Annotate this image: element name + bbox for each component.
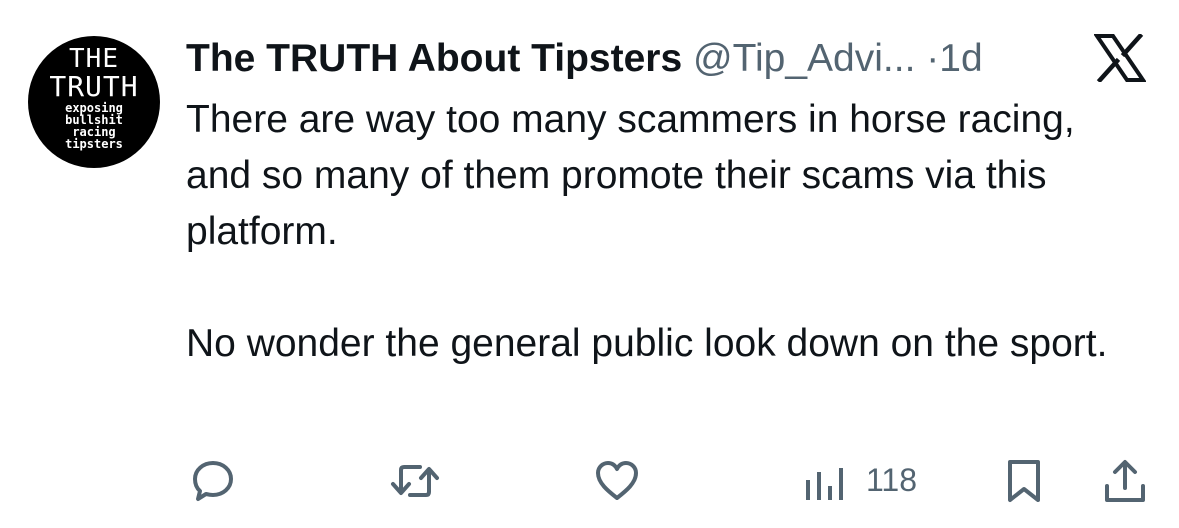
retweet-icon — [390, 458, 440, 504]
separator-dot: · — [926, 37, 940, 80]
share-button[interactable] — [1102, 458, 1148, 504]
tweet-card[interactable]: THE TRUTH exposing bullshit racing tipst… — [0, 0, 1179, 528]
tweet-text: There are way too many scammers in horse… — [186, 92, 1146, 372]
tweet-header: The TRUTH About Tipsters @Tip_Advi... ·1… — [186, 34, 983, 84]
heart-icon — [594, 458, 640, 504]
like-button[interactable] — [594, 458, 640, 504]
bookmark-button[interactable] — [1004, 458, 1044, 504]
x-logo-icon — [1094, 34, 1146, 82]
tweet-paragraph: No wonder the general public look down o… — [186, 322, 1108, 365]
timestamp[interactable]: 1d — [939, 37, 982, 80]
tweet-paragraph: There are way too many scammers in horse… — [186, 98, 1075, 253]
user-handle[interactable]: @Tip_Advi... — [693, 37, 915, 80]
views-count: 118 — [866, 462, 918, 498]
bookmark-icon — [1004, 458, 1044, 504]
reply-button[interactable] — [190, 458, 236, 504]
avatar[interactable]: THE TRUTH exposing bullshit racing tipst… — [28, 36, 160, 168]
avatar-logo-line: tipsters — [65, 137, 123, 151]
share-icon — [1102, 458, 1148, 504]
reply-icon — [190, 458, 236, 504]
retweet-button[interactable] — [390, 458, 440, 504]
display-name[interactable]: The TRUTH About Tipsters — [186, 37, 682, 80]
views-button[interactable]: 118 — [800, 458, 940, 504]
avatar-logo-text: THE TRUTH exposing bullshit racing tipst… — [28, 36, 160, 168]
avatar-logo-line: TRUTH — [49, 70, 139, 103]
